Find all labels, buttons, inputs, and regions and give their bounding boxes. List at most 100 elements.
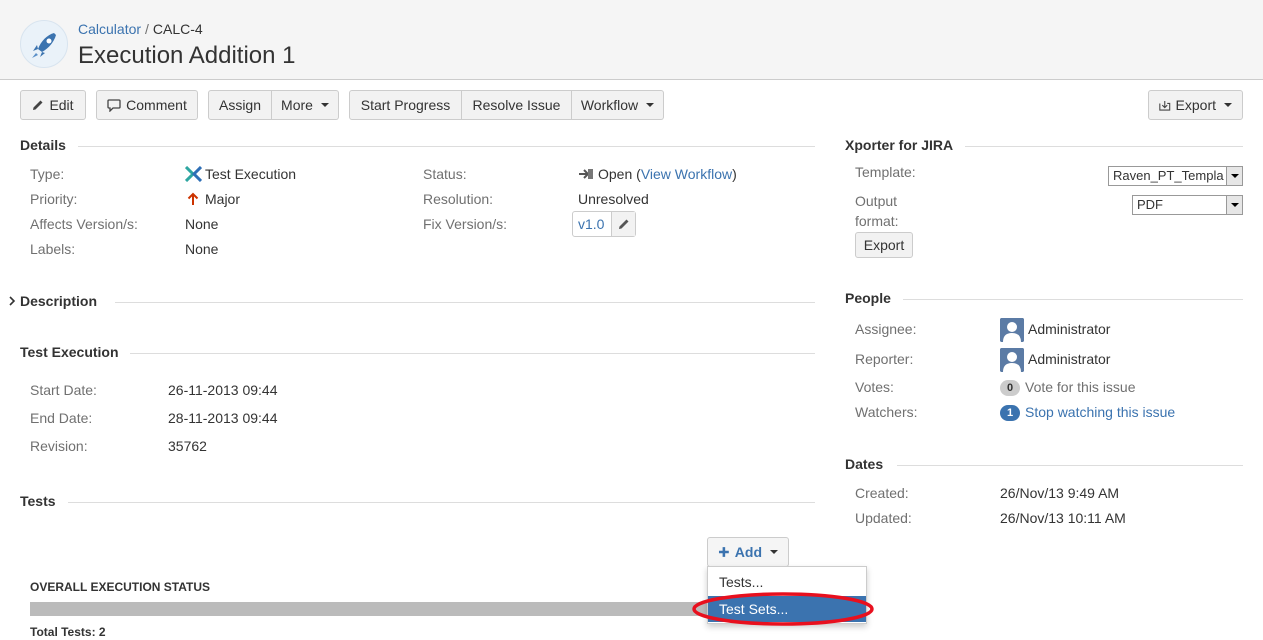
chevron-right-icon[interactable] [8,296,16,306]
total-tests-label: Total Tests: 2 [30,625,106,639]
export-icon [1159,100,1171,111]
project-avatar[interactable] [20,20,68,68]
breadcrumb-separator: / [145,21,149,37]
people-heading: People [845,290,891,306]
export-button[interactable]: Export [1148,90,1243,120]
tests-divider [68,502,815,503]
status-paren-close: ) [732,166,737,182]
output-format-select-value: PDF [1137,197,1163,212]
updated-label: Updated: [855,510,912,526]
fix-version-value[interactable]: v1.0 [578,216,604,232]
status-open-icon [579,169,593,179]
add-button-label: Add [734,544,762,560]
priority-label: Priority: [30,191,78,207]
add-button[interactable]: Add [707,537,789,567]
status-value-line: Open (View Workflow) [598,166,737,182]
details-divider [78,146,815,147]
breadcrumb-issue-key[interactable]: CALC-4 [153,21,203,37]
resolution-value: Unresolved [578,191,649,207]
details-heading: Details [20,137,66,153]
fix-version-label: Fix Version/s: [423,216,508,232]
breadcrumb: Calculator / CALC-4 [78,21,203,37]
status-label: Status: [423,166,467,182]
votes-count-badge: 0 [1000,380,1020,396]
workflow-button[interactable]: Workflow [572,90,664,120]
more-button[interactable]: More [272,90,339,120]
watchers-count-badge[interactable]: 1 [1000,405,1020,421]
votes-label: Votes: [855,379,894,395]
edit-button-label: Edit [49,97,74,113]
output-format-label-1: Output [855,193,898,209]
xporter-divider [965,146,1243,147]
test-execution-heading: Test Execution [20,344,119,360]
stop-watching-link[interactable]: Stop watching this issue [1025,404,1175,420]
assignee-label: Assignee: [855,321,917,337]
template-label: Template: [855,164,916,180]
chevron-down-icon [646,103,655,107]
revision-label: Revision: [30,438,88,454]
created-value: 26/Nov/13 9:49 AM [1000,485,1120,501]
reporter-value[interactable]: Administrator [1028,351,1110,367]
affects-version-label: Affects Version/s: [30,216,138,232]
edit-button[interactable]: Edit [20,90,86,120]
chevron-down-icon [1226,196,1242,214]
arrow-up-icon [187,192,199,205]
page-title: Execution Addition 1 [78,42,296,69]
fix-version-edit-button[interactable] [611,212,635,236]
highlight-ellipse [692,592,874,626]
view-workflow-link[interactable]: View Workflow [641,166,732,182]
fix-version-field[interactable]: v1.0 [572,211,636,237]
tests-heading: Tests [20,493,56,509]
type-value: Test Execution [205,166,297,182]
template-select[interactable]: Raven_PT_Templa [1108,166,1243,186]
updated-value: 26/Nov/13 10:11 AM [1000,510,1126,526]
more-button-label: More [281,97,313,113]
description-heading[interactable]: Description [20,293,97,309]
revision-value: 35762 [168,438,207,454]
start-date-label: Start Date: [30,382,97,398]
plus-icon [718,547,729,557]
output-format-label-2: format: [855,213,899,229]
created-label: Created: [855,485,909,501]
priority-value: Major [205,191,241,207]
issue-header: Calculator / CALC-4 Execution Addition 1 [0,0,1263,80]
start-progress-button[interactable]: Start Progress [349,90,462,120]
overall-execution-status-label: OVERALL EXECUTION STATUS [30,580,211,594]
affects-version-value: None [185,216,219,232]
xporter-heading: Xporter for JIRA [845,137,954,153]
test-execution-divider [130,353,815,354]
output-format-select[interactable]: PDF [1132,195,1243,215]
labels-label: Labels: [30,241,76,257]
xporter-export-button[interactable]: Export [855,232,913,258]
user-avatar-icon [1000,318,1024,342]
resolve-issue-button[interactable]: Resolve Issue [462,90,572,120]
vote-for-issue-text: Vote for this issue [1025,379,1136,395]
workflow-button-label: Workflow [580,97,639,113]
labels-value: None [185,241,219,257]
rocket-icon [32,33,56,58]
resolve-issue-label: Resolve Issue [472,97,561,113]
reporter-label: Reporter: [855,351,914,367]
watchers-label: Watchers: [855,404,918,420]
reporter-avatar [1000,348,1024,372]
dates-divider [897,465,1243,466]
pencil-icon [33,100,43,110]
breadcrumb-project-link[interactable]: Calculator [78,21,141,37]
chevron-down-icon [770,550,778,554]
comment-button[interactable]: Comment [96,90,198,120]
chevron-down-icon [320,103,329,107]
assign-button-label: Assign [218,97,262,113]
type-label: Type: [30,166,65,182]
assign-button[interactable]: Assign [208,90,272,120]
user-avatar-icon [1000,348,1024,372]
chevron-down-icon [1226,167,1242,185]
assignee-value[interactable]: Administrator [1028,321,1110,337]
template-select-value: Raven_PT_Templa [1113,168,1224,183]
comment-button-label: Comment [126,97,187,113]
end-date-label: End Date: [30,410,93,426]
resolution-label: Resolution: [423,191,494,207]
people-divider [903,299,1243,300]
export-button-label: Export [1175,97,1216,113]
pencil-icon [619,219,629,229]
speech-bubble-icon [107,98,121,112]
